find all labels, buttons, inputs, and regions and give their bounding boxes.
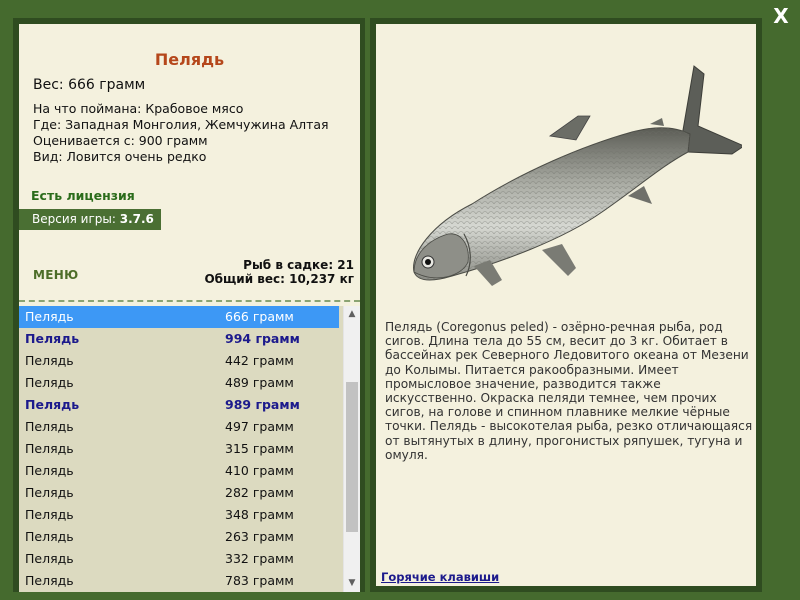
- fish-list-row[interactable]: Пелядь 783 грамм: [19, 570, 339, 592]
- fish-title: Пелядь: [154, 50, 225, 69]
- version-value: 3.7.6: [119, 212, 154, 226]
- fish-row-weight: 442 грамм: [225, 353, 294, 368]
- fish-row-name: Пелядь: [25, 309, 74, 324]
- fish-row-name: Пелядь: [25, 485, 74, 500]
- fish-row-weight: 282 грамм: [225, 485, 294, 500]
- fish-description: Пелядь (Coregonus peled) - озёрно-речная…: [385, 320, 753, 462]
- rarity-info: Вид: Ловится очень редко: [33, 149, 207, 164]
- fish-row-weight: 666 грамм: [225, 309, 294, 324]
- fish-row-name: Пелядь: [25, 331, 80, 346]
- fish-row-name: Пелядь: [25, 463, 74, 478]
- fish-count: Рыб в садке: 21: [243, 258, 354, 272]
- fish-list-row[interactable]: Пелядь 282 грамм: [19, 482, 339, 504]
- fish-list: Пелядь 666 грамм Пелядь 994 грамм Пелядь 442 …: [19, 306, 339, 592]
- fish-row-name: Пелядь: [25, 419, 74, 434]
- keepnet-stats: Рыб в садке: 21 Общий вес: 10,237 кг: [204, 258, 354, 286]
- fish-row-weight: 348 грамм: [225, 507, 294, 522]
- scroll-up-arrow-icon[interactable]: ▲: [344, 306, 360, 323]
- fish-weight: Вес: 666 грамм: [33, 77, 146, 93]
- fish-row-name: Пелядь: [25, 375, 74, 390]
- fish-row-weight: 263 грамм: [225, 529, 294, 544]
- bait-info: На что поймана: Крабовое мясо: [33, 101, 244, 116]
- fish-row-name: Пелядь: [25, 397, 80, 412]
- license-status: Есть лицензия: [31, 188, 135, 203]
- scroll-thumb[interactable]: [346, 382, 358, 532]
- fish-row-weight: 497 грамм: [225, 419, 294, 434]
- fish-row-weight: 489 грамм: [225, 375, 294, 390]
- fish-list-row[interactable]: Пелядь 263 грамм: [19, 526, 339, 548]
- version-bar: Версия игры: 3.7.6: [19, 209, 161, 230]
- list-scrollbar[interactable]: ▲ ▼: [343, 306, 360, 592]
- fish-list-row[interactable]: Пелядь 489 грамм: [19, 372, 339, 394]
- location-info: Где: Западная Монголия, Жемчужина Алтая: [33, 117, 329, 132]
- fish-list-row[interactable]: Пелядь 315 грамм: [19, 438, 339, 460]
- fish-details: На что поймана: Крабовое мясо Где: Запад…: [33, 101, 329, 165]
- fish-row-name: Пелядь: [25, 551, 74, 566]
- hotkeys-link[interactable]: Горячие клавиши: [381, 570, 499, 584]
- fish-row-weight: 410 грамм: [225, 463, 294, 478]
- menu-button[interactable]: МЕНЮ: [33, 268, 78, 282]
- fish-row-weight: 332 грамм: [225, 551, 294, 566]
- fish-image: [413, 65, 742, 286]
- fish-row-weight: 989 грамм: [225, 397, 300, 412]
- fish-description-panel: Пелядь (Coregonus peled) - озёрно-речная…: [370, 18, 762, 592]
- dashed-divider: [19, 300, 360, 302]
- fish-row-weight: 783 грамм: [225, 573, 294, 588]
- version-label: Версия игры:: [32, 212, 116, 226]
- fish-list-row[interactable]: Пелядь 332 грамм: [19, 548, 339, 570]
- valuation-info: Оценивается с: 900 грамм: [33, 133, 208, 148]
- fish-list-row[interactable]: Пелядь 348 грамм: [19, 504, 339, 526]
- close-button[interactable]: X: [770, 4, 792, 28]
- fish-row-name: Пелядь: [25, 441, 74, 456]
- fish-row-name: Пелядь: [25, 529, 74, 544]
- fish-row-name: Пелядь: [25, 573, 74, 588]
- fish-list-container: Пелядь 666 грамм Пелядь 994 грамм Пелядь 442 …: [19, 306, 360, 592]
- fish-list-row[interactable]: Пелядь 989 грамм: [19, 394, 339, 416]
- fish-list-row[interactable]: Пелядь 410 грамм: [19, 460, 339, 482]
- scroll-down-arrow-icon[interactable]: ▼: [344, 575, 360, 592]
- fish-row-name: Пелядь: [25, 507, 74, 522]
- fish-row-weight: 994 грамм: [225, 331, 300, 346]
- fish-list-row[interactable]: Пелядь 497 грамм: [19, 416, 339, 438]
- fish-info-section: Пелядь Вес: 666 грамм На что поймана: Кр…: [19, 24, 360, 298]
- fish-row-weight: 315 грамм: [225, 441, 294, 456]
- fish-list-row[interactable]: Пелядь 442 грамм: [19, 350, 339, 372]
- fish-list-row[interactable]: Пелядь 666 грамм: [19, 306, 339, 328]
- fish-row-name: Пелядь: [25, 353, 74, 368]
- fish-info-panel: Пелядь Вес: 666 грамм На что поймана: Кр…: [13, 18, 365, 592]
- total-weight: Общий вес: 10,237 кг: [204, 272, 354, 286]
- fish-list-row[interactable]: Пелядь 994 грамм: [19, 328, 339, 350]
